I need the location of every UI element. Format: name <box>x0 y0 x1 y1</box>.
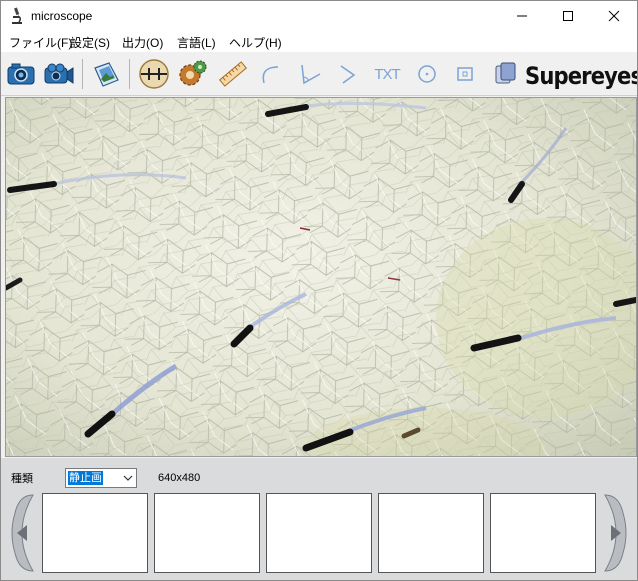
app-window: microscope ファイル(F) 設定(S) 出力(O) 言語(L) ヘルプ… <box>0 0 638 581</box>
maximize-icon <box>563 11 573 21</box>
type-select[interactable]: 静止画 <box>65 468 137 488</box>
capture-panel: 種類 静止画 640x480 <box>1 458 637 580</box>
menu-bar: ファイル(F) 設定(S) 出力(O) 言語(L) ヘルプ(H) <box>1 31 637 52</box>
minimize-button[interactable] <box>499 1 545 31</box>
menu-settings[interactable]: 設定(S) <box>70 34 110 51</box>
ruler-icon <box>218 61 248 87</box>
skin-closeup-image <box>6 98 636 456</box>
microscope-app-icon <box>12 7 22 24</box>
thumbnail-slot[interactable] <box>378 493 484 573</box>
maximize-button[interactable] <box>545 1 591 31</box>
camera-icon <box>7 63 35 85</box>
chevron-down-icon <box>123 475 133 481</box>
settings-button[interactable] <box>177 58 209 90</box>
minimize-icon <box>517 15 527 17</box>
text-tool-button[interactable]: TXT <box>371 58 403 90</box>
text-tool-icon: TXT <box>374 65 400 83</box>
menu-language[interactable]: 言語(L) <box>177 34 216 51</box>
thumbnail-slot[interactable] <box>490 493 596 573</box>
window-title: microscope <box>31 9 93 23</box>
type-label: 種類 <box>11 473 33 485</box>
thumbnail-slot[interactable] <box>42 493 148 573</box>
ruler-button[interactable] <box>217 58 249 90</box>
arc-tool-icon <box>262 66 279 84</box>
arrow-right-icon <box>604 494 627 572</box>
close-button[interactable] <box>591 1 637 31</box>
crosshair-button[interactable] <box>138 58 170 90</box>
copy-icon <box>495 62 516 84</box>
type-select-value: 静止画 <box>68 471 103 485</box>
video-camera-icon <box>44 63 74 84</box>
resolution-text: 640x480 <box>158 472 201 484</box>
angle-tool-icon <box>301 64 321 85</box>
circle-tool-icon <box>418 65 436 83</box>
menu-output[interactable]: 出力(O) <box>122 34 163 51</box>
thumbnail-prev-button[interactable] <box>9 493 35 573</box>
photo-album-icon <box>94 62 119 87</box>
copy-button[interactable] <box>489 58 521 90</box>
angle-tool-button[interactable] <box>293 58 325 90</box>
title-bar: microscope <box>1 1 637 31</box>
polyline-tool-icon <box>340 65 356 84</box>
toolbar: TXT Supereyes <box>1 53 637 96</box>
close-icon <box>608 10 620 22</box>
toolbar-separator <box>129 59 130 89</box>
crosshair-icon <box>139 59 169 89</box>
album-button[interactable] <box>90 58 122 90</box>
circle-tool-button[interactable] <box>411 58 443 90</box>
thumbnail-next-button[interactable] <box>603 493 629 573</box>
menu-help[interactable]: ヘルプ(H) <box>229 34 282 51</box>
thumbnail-slot[interactable] <box>154 493 260 573</box>
arrow-left-icon <box>11 494 34 572</box>
polyline-tool-button[interactable] <box>332 58 364 90</box>
rectangle-tool-button[interactable] <box>449 58 481 90</box>
rectangle-tool-icon <box>457 67 473 81</box>
brand-logo: Supereyes <box>525 62 638 90</box>
menu-file[interactable]: ファイル(F) <box>9 34 72 51</box>
record-video-button[interactable] <box>42 58 74 90</box>
microscope-live-view[interactable] <box>5 97 637 457</box>
arc-tool-button[interactable] <box>255 58 287 90</box>
snapshot-button[interactable] <box>5 58 37 90</box>
settings-gear-icon <box>179 60 207 86</box>
thumbnail-slot[interactable] <box>266 493 372 573</box>
toolbar-separator <box>82 59 83 89</box>
